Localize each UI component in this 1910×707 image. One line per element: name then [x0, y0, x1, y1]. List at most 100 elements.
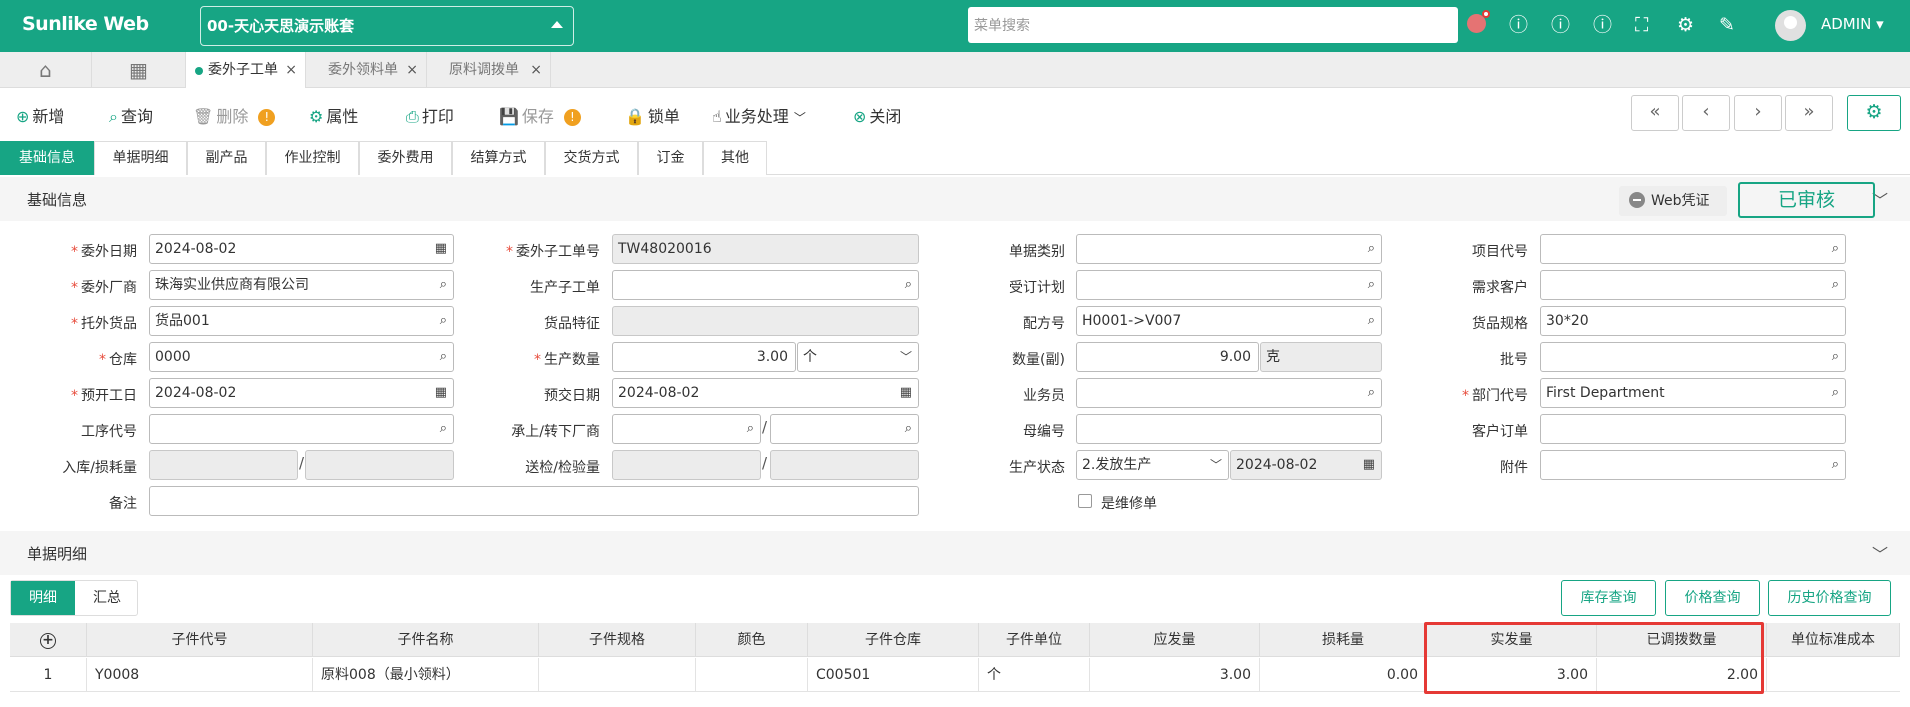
col-header[interactable]: 颜色 [696, 623, 808, 657]
add-row-button[interactable]: + [10, 623, 87, 657]
help-icon[interactable]: ⓘ [1509, 14, 1528, 36]
price-query-button[interactable]: 价格查询 [1665, 580, 1760, 616]
remark-field[interactable] [149, 486, 919, 516]
properties-button[interactable]: ⚙ 属性 [309, 103, 358, 127]
doc-type-field[interactable]: ⌕ [1076, 234, 1382, 264]
tab-material-transfer[interactable]: 原料调拨单 × [427, 52, 551, 88]
close-icon[interactable]: × [530, 52, 542, 88]
lock-button[interactable]: 🔒 锁单 [625, 103, 680, 127]
batch-field[interactable]: ⌕ [1540, 342, 1846, 372]
notification-icon[interactable] [1467, 10, 1490, 38]
qty-field[interactable]: 3.00 [612, 342, 796, 372]
grid-menu-icon[interactable]: ▦ [92, 52, 186, 88]
delivery-date-field[interactable]: 2024-08-02 ▦ [612, 378, 919, 408]
repair-checkbox[interactable] [1078, 494, 1092, 508]
info-icon[interactable]: ⓘ [1551, 14, 1570, 36]
query-button[interactable]: ⌕ 查询 [109, 103, 153, 127]
qty-unit-select[interactable]: 个 ﹀ [797, 342, 919, 372]
tab-deposit[interactable]: 订金 [638, 141, 703, 175]
upstream-vendor-field[interactable]: ⌕ [612, 414, 761, 444]
col-header[interactable]: 子件名称 [313, 623, 539, 657]
attachment-field[interactable]: ⌕ [1540, 450, 1846, 480]
plan-field[interactable]: ⌕ [1076, 270, 1382, 300]
close-icon[interactable]: × [406, 52, 418, 88]
warehouse-field[interactable]: 0000 ⌕ [149, 342, 454, 372]
tab-job-control[interactable]: 作业控制 [266, 141, 359, 175]
prod-status-date-field[interactable]: 2024-08-02 ▦ [1230, 450, 1382, 480]
stock-query-button[interactable]: 库存查询 [1561, 580, 1656, 616]
home-icon[interactable]: ⌂ [0, 52, 92, 88]
goods-feature-field[interactable] [612, 306, 919, 336]
new-button[interactable]: ⊕ 新增 [16, 103, 64, 127]
next-page-button[interactable]: › [1734, 95, 1782, 131]
settings-icon[interactable]: ⚙ [1677, 14, 1694, 36]
menu-search-input[interactable]: 菜单搜索 [968, 7, 1458, 43]
sub-order-field[interactable]: ⌕ [612, 270, 919, 300]
close-icon[interactable]: × [285, 52, 297, 88]
avatar[interactable] [1775, 10, 1806, 41]
qty2-field[interactable]: 9.00 [1076, 342, 1259, 372]
cell-loss-qty[interactable]: 0.00 [1260, 658, 1427, 692]
tab-byproduct[interactable]: 副产品 [187, 141, 266, 175]
tab-other[interactable]: 其他 [703, 141, 767, 175]
tab-outsource-order[interactable]: 委外子工单 × [186, 52, 306, 88]
formula-field[interactable]: H0001->V007 ⌕ [1076, 306, 1382, 336]
downstream-vendor-field[interactable]: ⌕ [770, 414, 919, 444]
col-header[interactable]: 子件仓库 [808, 623, 979, 657]
user-menu[interactable]: ADMIN ▾ [1821, 15, 1884, 33]
delete-button[interactable]: 🗑 删除! [193, 103, 276, 127]
fullscreen-icon[interactable]: ⛶ [1635, 14, 1648, 36]
demand-customer-field[interactable]: ⌕ [1540, 270, 1846, 300]
chevron-down-icon[interactable]: ﹀ [1872, 541, 1888, 565]
about-icon[interactable]: ⓘ [1593, 14, 1612, 36]
print-button[interactable]: ⎙ 打印 [406, 103, 454, 127]
col-header[interactable]: 单位标准成本 [1767, 623, 1900, 657]
account-selector[interactable]: 00-天心天思演示账套 [200, 6, 574, 46]
date-field[interactable]: 2024-08-02 ▦ [149, 234, 454, 264]
cell-unit[interactable]: 个 [979, 658, 1090, 692]
goods-field[interactable]: 货品001 ⌕ [149, 306, 454, 336]
goods-spec-field[interactable]: 30*20 [1540, 306, 1846, 336]
dept-field[interactable]: First Department ⌕ [1540, 378, 1846, 408]
customer-order-field[interactable] [1540, 414, 1846, 444]
col-header[interactable]: 损耗量 [1260, 623, 1427, 657]
clean-icon[interactable]: ✎ [1719, 14, 1735, 36]
close-button[interactable]: ⊗ 关闭 [853, 103, 901, 127]
col-header[interactable]: 子件规格 [539, 623, 696, 657]
cell-spec[interactable] [539, 658, 696, 692]
cell-warehouse[interactable]: C00501 [808, 658, 979, 692]
tab-outsource-fee[interactable]: 委外费用 [359, 141, 452, 175]
business-menu-button[interactable]: ☝ 业务处理 ﹀ [712, 103, 806, 127]
tab-summary[interactable]: 汇总 [75, 581, 139, 615]
tab-outsource-material[interactable]: 委外领料单 × [306, 52, 427, 88]
salesman-field[interactable]: ⌕ [1076, 378, 1382, 408]
tab-doc-detail[interactable]: 单据明细 [94, 141, 187, 175]
cell-color[interactable] [696, 658, 808, 692]
save-button[interactable]: 💾 保存! [499, 103, 581, 127]
cell-code[interactable]: Y0008 [87, 658, 313, 692]
parent-no-field[interactable] [1076, 414, 1382, 444]
col-header[interactable]: 应发量 [1090, 623, 1260, 657]
tab-basic-info[interactable]: 基础信息 [0, 141, 94, 175]
vendor-field[interactable]: 珠海实业供应商有限公司 ⌕ [149, 270, 454, 300]
toolbar: ⊕ 新增 ⌕ 查询 🗑 删除! ⚙ 属性 ⎙ 打印 💾 保存! 🔒 锁单 ☝ 业务处理 ﹀ ⊗ 关… [0, 89, 1910, 139]
history-price-button[interactable]: 历史价格查询 [1768, 580, 1891, 616]
tab-detail[interactable]: 明细 [11, 581, 75, 615]
web-voucher-button[interactable]: Web凭证 [1619, 186, 1727, 216]
cell-name[interactable]: 原料008（最小领料） [313, 658, 539, 692]
col-header[interactable]: 子件单位 [979, 623, 1090, 657]
project-field[interactable]: ⌕ [1540, 234, 1846, 264]
process-field[interactable]: ⌕ [149, 414, 454, 444]
start-date-field[interactable]: 2024-08-02 ▦ [149, 378, 454, 408]
last-page-button[interactable]: » [1785, 95, 1833, 131]
cell-due-qty[interactable]: 3.00 [1090, 658, 1260, 692]
cell-std-cost[interactable] [1767, 658, 1900, 692]
tab-delivery[interactable]: 交货方式 [545, 141, 638, 175]
col-header[interactable]: 子件代号 [87, 623, 313, 657]
first-page-button[interactable]: « [1631, 95, 1679, 131]
order-no-field[interactable]: TW48020016 [612, 234, 919, 264]
prev-page-button[interactable]: ‹ [1682, 95, 1730, 131]
prod-status-select[interactable]: 2.发放生产 ﹀ [1076, 450, 1229, 480]
page-settings-button[interactable]: ⚙ [1847, 95, 1901, 131]
tab-settlement[interactable]: 结算方式 [452, 141, 545, 175]
